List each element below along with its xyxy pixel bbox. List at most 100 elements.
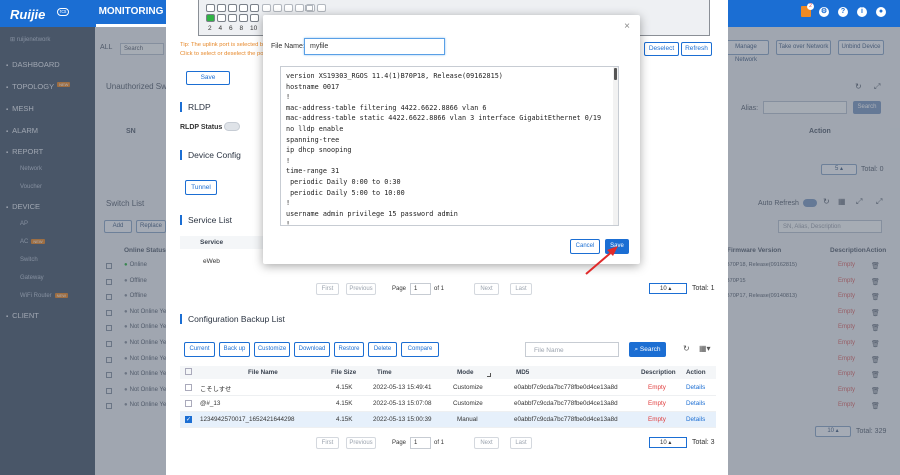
port-icon[interactable]: [284, 4, 293, 12]
column-header-description: Description: [641, 369, 676, 376]
port-icon[interactable]: [295, 4, 304, 12]
config-text-area[interactable]: version XS19303_RGOS 11.4(1)B70P18, Rele…: [280, 66, 619, 226]
gear-icon[interactable]: ⚙: [819, 7, 829, 17]
port-icon[interactable]: [217, 4, 226, 12]
rldp-status-toggle[interactable]: [224, 122, 240, 131]
port-icon[interactable]: [262, 4, 271, 12]
backup-search-button[interactable]: ⌕ Search: [629, 342, 666, 357]
port-icon[interactable]: [250, 14, 259, 22]
help-icon[interactable]: ?: [838, 7, 848, 17]
port-number: 6: [229, 25, 233, 32]
config-line: !: [286, 199, 291, 208]
last-page-button[interactable]: Last: [510, 437, 532, 449]
config-line: !: [286, 93, 291, 102]
backup-file-size: 4.15K: [336, 416, 353, 423]
brand-logo: Ruijie: [10, 7, 46, 22]
port-icon[interactable]: [206, 4, 215, 12]
config-content: version XS19303_RGOS 11.4(1)B70P18, Rele…: [281, 67, 618, 225]
device-config-title: Device Config: [180, 150, 241, 160]
previous-page-button[interactable]: Previous: [346, 437, 376, 449]
next-page-button[interactable]: Next: [474, 283, 499, 295]
page-label: Page: [392, 440, 407, 446]
row-checkbox[interactable]: ✓: [185, 416, 192, 423]
column-header-file-size: File Size: [331, 369, 357, 376]
user-icon[interactable]: ●: [876, 7, 886, 17]
port-icon[interactable]: [273, 4, 282, 12]
refresh-button[interactable]: Refresh: [681, 42, 712, 56]
tip-line-1: Tip: The uplink port is selected by: [180, 42, 267, 48]
config-line: periodic Daily 5:00 to 10:00: [286, 188, 405, 197]
page-size-value: 10: [660, 440, 667, 446]
backup-time: 2022-05-13 15:07:08: [373, 400, 432, 407]
backup-columns-icon[interactable]: ▦▾: [699, 344, 711, 353]
port-icon[interactable]: [239, 14, 248, 22]
backup-mode: Manual: [457, 416, 478, 423]
backup-download-button[interactable]: Download: [294, 342, 330, 357]
port-number: 8: [239, 25, 244, 32]
page-number-input[interactable]: 1: [410, 283, 431, 295]
cloud-icon: rcs: [57, 8, 69, 16]
port-icon[interactable]: [317, 4, 326, 12]
file-name-search-input[interactable]: File Name: [525, 342, 619, 357]
backup-refresh-icon[interactable]: ↻: [683, 344, 690, 353]
ports-save-button[interactable]: Save: [186, 71, 230, 85]
last-page-button[interactable]: Last: [510, 283, 532, 295]
backup-delete-button[interactable]: Delete: [368, 342, 397, 357]
info-icon[interactable]: i: [857, 7, 867, 17]
tunnel-button[interactable]: Tunnel: [185, 180, 217, 195]
port-icon[interactable]: [206, 14, 215, 22]
backup-compare-button[interactable]: Compare: [401, 342, 439, 357]
page-size-value: 10: [660, 286, 667, 292]
backup-details-link[interactable]: Details: [686, 400, 705, 407]
backup-description: Empty: [648, 400, 666, 407]
backup-md5: e0abbf7c9cda7bc778fbe0d4ce13a8d: [514, 416, 618, 423]
port-icon[interactable]: [250, 4, 259, 12]
port-icon[interactable]: [228, 4, 237, 12]
backup-restore-button[interactable]: Restore: [334, 342, 364, 357]
sort-icon[interactable]: [487, 373, 491, 377]
column-header-mode: Mode: [457, 369, 474, 376]
config-line: spanning-tree: [286, 135, 340, 144]
backup-md5: e0abbf7c9cda7bc778fbe0d4ce13a8d: [514, 400, 618, 407]
tab-monitoring[interactable]: MONITORING: [96, 0, 166, 27]
previous-page-button[interactable]: Previous: [346, 283, 376, 295]
backup-mode: Customize: [453, 400, 483, 407]
service-list-title: Service List: [180, 215, 232, 225]
backup-details-link[interactable]: Details: [686, 384, 705, 391]
deselect-button[interactable]: Deselect: [644, 42, 679, 56]
port-icon[interactable]: [305, 5, 313, 11]
select-all-checkbox[interactable]: [185, 368, 192, 375]
first-page-button[interactable]: First: [316, 283, 339, 295]
uplink-tip: Tip: The uplink port is selected by Clic…: [180, 41, 266, 59]
backup-table-row[interactable]: [180, 380, 716, 396]
backup-customize-button[interactable]: Customize: [254, 342, 290, 357]
scrollbar-thumb[interactable]: [614, 68, 617, 80]
config-line: username admin privilege 15 password adm…: [286, 209, 458, 218]
backup-back-up-button[interactable]: Back up: [219, 342, 250, 357]
page-size-select[interactable]: 10 ▴: [649, 437, 687, 448]
total-count: Total: 1: [692, 285, 715, 292]
backup-details-link[interactable]: Details: [686, 416, 705, 423]
backup-table-row[interactable]: [180, 396, 716, 412]
backup-description: Empty: [648, 416, 666, 423]
port-icon[interactable]: [217, 14, 226, 22]
scrollbar-track[interactable]: [613, 67, 618, 225]
row-checkbox[interactable]: [185, 400, 192, 407]
total-count: Total: 3: [692, 439, 715, 446]
port-icon[interactable]: [228, 14, 237, 22]
backup-time: 2022-05-13 15:49:41: [373, 384, 432, 391]
port-icon[interactable]: [239, 4, 248, 12]
row-checkbox[interactable]: [185, 384, 192, 391]
page-number-input[interactable]: 1: [410, 437, 431, 449]
backup-description: Empty: [648, 384, 666, 391]
backup-current-button[interactable]: Current: [184, 342, 215, 357]
tip-line-2: Click to select or deselect the por: [180, 51, 266, 57]
rldp-section-title: RLDP: [180, 102, 211, 112]
backup-list-title: Configuration Backup List: [180, 314, 285, 324]
page-size-select[interactable]: 10 ▴: [649, 283, 687, 294]
column-header-action: Action: [686, 369, 706, 376]
next-page-button[interactable]: Next: [474, 437, 499, 449]
file-name-input[interactable]: myfile: [304, 38, 445, 55]
first-page-button[interactable]: First: [316, 437, 339, 449]
close-icon[interactable]: ×: [624, 21, 630, 32]
